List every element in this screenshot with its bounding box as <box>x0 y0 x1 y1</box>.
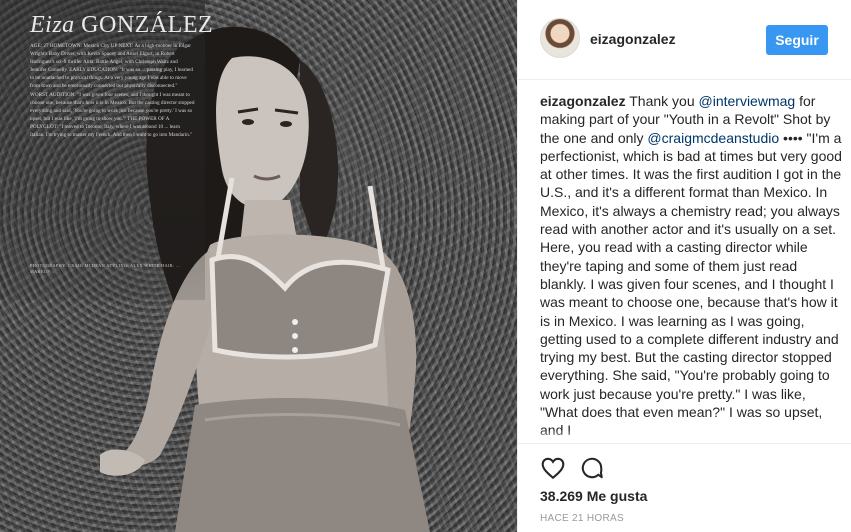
post-header: eizagonzalez Seguir <box>518 0 851 80</box>
mention-interviewmag[interactable]: @interviewmag <box>699 93 796 109</box>
post-photo[interactable]: Eiza GONZÁLEZ AGE: 27 HOMETOWN: Mexico C… <box>0 0 517 532</box>
likes-count[interactable]: 38.269 Me gusta <box>540 488 647 504</box>
magazine-credit: PHOTOGRAPHY: CRAIG MCDEAN STYLING: ALEX … <box>30 263 181 274</box>
post-side-panel: eizagonzalez Seguir eizagonzalez Thank y… <box>517 0 851 532</box>
magazine-title-first: Eiza <box>30 12 75 38</box>
magazine-title: Eiza GONZÁLEZ <box>30 12 213 39</box>
comment-icon[interactable] <box>579 455 605 481</box>
post-actions: 38.269 Me gusta HACE 21 HORAS <box>518 443 851 532</box>
caption-fade <box>540 430 842 442</box>
magazine-title-last: GONZÁLEZ <box>81 12 214 38</box>
caption-text-3: •••• "I'm a perfectionist, which is bad … <box>540 129 842 439</box>
instagram-post: Eiza GONZÁLEZ AGE: 27 HOMETOWN: Mexico C… <box>0 0 851 532</box>
heart-icon[interactable] <box>540 455 566 481</box>
caption: eizagonzalez Thank you @interviewmag for… <box>540 92 842 442</box>
magazine-body-text: AGE: 27 HOMETOWN: Mexico City UP NEXT: A… <box>30 43 195 139</box>
follow-button[interactable]: Seguir <box>766 25 828 55</box>
caption-text-1: Thank you <box>625 93 699 109</box>
header-username[interactable]: eizagonzalez <box>590 31 676 47</box>
avatar[interactable] <box>540 18 580 58</box>
caption-username[interactable]: eizagonzalez <box>540 93 626 109</box>
post-timestamp[interactable]: HACE 21 HORAS <box>540 513 624 524</box>
mention-craigmcdeanstudio[interactable]: @craigmcdeanstudio <box>647 130 779 146</box>
